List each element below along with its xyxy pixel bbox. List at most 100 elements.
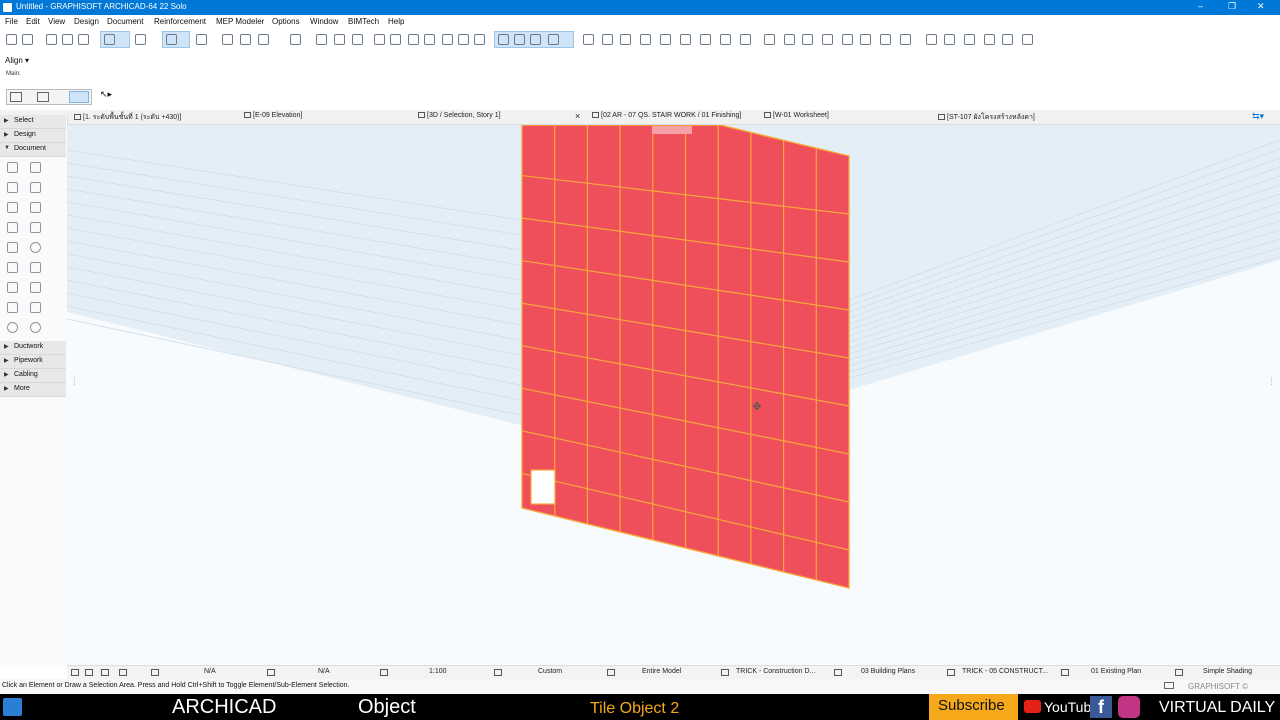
toolbox-group-document[interactable]: ▼ Document	[0, 143, 66, 157]
rotation-value[interactable]: N/A	[318, 668, 330, 675]
zoom-icon[interactable]	[101, 669, 109, 676]
tab-floor-plan[interactable]: [1. ระดับพื้นชั้นที่ 1 (ระดับ +430)]	[74, 112, 181, 123]
resize-icon[interactable]	[458, 34, 469, 45]
3d-viewport[interactable]: ✥ ⁞ ⁞	[67, 125, 1280, 665]
offset-icon[interactable]	[442, 34, 453, 45]
layout-icon[interactable]	[1022, 34, 1033, 45]
tab-close-button[interactable]: ×	[575, 111, 580, 121]
label-tool-icon[interactable]	[7, 222, 18, 233]
figure-tool-icon[interactable]	[30, 302, 41, 313]
pen-set-icon[interactable]	[494, 669, 502, 676]
model-view-icon[interactable]	[607, 669, 615, 676]
3d-cutaway-icon[interactable]	[514, 34, 525, 45]
explode-icon[interactable]	[474, 34, 485, 45]
graphic-override-value[interactable]: TRICK - 05 CONSTRUCT...	[962, 668, 1048, 675]
menu-bimtech[interactable]: BIMTech	[348, 17, 379, 26]
fit-in-window-icon[interactable]	[151, 669, 159, 676]
section-icon[interactable]	[860, 34, 871, 45]
tab-structure-plan[interactable]: [ST-107 ผังโครงสร้างหลังคา]	[938, 112, 1035, 123]
model-view-options-value[interactable]: 03 Building Plans	[861, 668, 915, 675]
morph-icon[interactable]	[880, 34, 891, 45]
render-icon[interactable]	[802, 34, 813, 45]
elevate-icon[interactable]	[620, 34, 631, 45]
maximize-button[interactable]: ❐	[1228, 1, 1236, 12]
rotation-icon[interactable]	[267, 669, 275, 676]
orbit-view-icon[interactable]	[119, 669, 127, 676]
magic-wand-icon[interactable]	[240, 34, 251, 45]
teamwork-icon[interactable]	[784, 34, 795, 45]
menu-view[interactable]: View	[48, 17, 65, 26]
gravity-icon[interactable]	[166, 34, 177, 45]
intersect-icon[interactable]	[408, 34, 419, 45]
dimension-tool-icon[interactable]	[7, 162, 18, 173]
layer-combination-icon[interactable]	[721, 669, 729, 676]
shading-icon[interactable]	[1175, 669, 1183, 676]
shading-value[interactable]: Simple Shading	[1203, 668, 1252, 675]
renovation-filter-icon[interactable]	[1061, 669, 1069, 676]
zoom-value[interactable]: N/A	[204, 668, 216, 675]
tab-worksheet[interactable]: [W-01 Worksheet]	[764, 112, 829, 119]
label-icon[interactable]	[984, 34, 995, 45]
menu-options[interactable]: Options	[272, 17, 300, 26]
group-icon[interactable]	[316, 34, 327, 45]
spline-tool-icon[interactable]	[7, 282, 18, 293]
multiply-icon[interactable]	[640, 34, 651, 45]
toolbox-group-design[interactable]: ▶ Design	[0, 129, 66, 143]
subscribe-button[interactable]: Subscribe	[929, 694, 1018, 720]
3d-window-icon[interactable]	[548, 34, 559, 45]
redo-view-icon[interactable]	[85, 669, 93, 676]
grid-tool-icon[interactable]	[7, 322, 18, 333]
scale-value[interactable]: 1:100	[429, 668, 447, 675]
menu-file[interactable]: File	[5, 17, 18, 26]
minimize-button[interactable]: –	[1198, 1, 1203, 11]
spot-elevation-tool-icon[interactable]	[7, 202, 18, 213]
toolbox-group-select[interactable]: ▶ Select	[0, 115, 66, 129]
menu-design[interactable]: Design	[74, 17, 99, 26]
level-icon[interactable]	[964, 34, 975, 45]
text-tool-icon[interactable]	[30, 202, 41, 213]
inject-icon[interactable]	[62, 34, 73, 45]
snap-points-icon[interactable]	[135, 34, 146, 45]
selection-method-control[interactable]	[6, 89, 92, 105]
polyline-tool-icon[interactable]	[7, 262, 18, 273]
trace-icon[interactable]	[222, 34, 233, 45]
line-tool-icon[interactable]	[7, 242, 18, 253]
radial-dimension-tool-icon[interactable]	[7, 182, 18, 193]
align-icon[interactable]	[700, 34, 711, 45]
renovation-filter-value[interactable]: 01 Existing Plan	[1091, 668, 1141, 675]
layout-panel-icon[interactable]	[1164, 682, 1174, 689]
model-view-value[interactable]: Entire Model	[642, 668, 681, 675]
drag-icon[interactable]	[660, 34, 671, 45]
menu-help[interactable]: Help	[388, 17, 404, 26]
section-tool-icon[interactable]	[7, 302, 18, 313]
solid-ops-icon[interactable]	[900, 34, 911, 45]
instagram-icon[interactable]	[1118, 696, 1140, 718]
menu-reinforcement[interactable]: Reinforcement	[154, 17, 206, 26]
circle-tool-icon[interactable]	[30, 242, 41, 253]
adjust-icon[interactable]	[390, 34, 401, 45]
fill-tool-icon[interactable]	[30, 222, 41, 233]
fillet-icon[interactable]	[424, 34, 435, 45]
undo-view-icon[interactable]	[71, 669, 79, 676]
tab-3d-selection[interactable]: [3D / Selection, Story 1]	[418, 112, 501, 119]
library-icon[interactable]	[822, 34, 833, 45]
level-dimension-tool-icon[interactable]	[30, 162, 41, 173]
guide-line-icon[interactable]	[104, 34, 115, 45]
grid-snap-icon[interactable]	[196, 34, 207, 45]
pick-up-icon[interactable]	[46, 34, 57, 45]
toolbox-group-cabling[interactable]: ▶ Cabling	[0, 369, 66, 383]
ungroup-icon[interactable]	[334, 34, 345, 45]
align-dropdown[interactable]: Align ▾	[5, 56, 29, 65]
undo-icon[interactable]	[6, 34, 17, 45]
right-edge-handle-icon[interactable]: ⁞	[1270, 377, 1273, 388]
tab-elevation[interactable]: [E-09 Elevation]	[244, 112, 302, 119]
tab-interior-elevation[interactable]: [02 AR - 07 QS. STAIR WORK / 01 Finishin…	[592, 112, 741, 119]
toolbox-group-pipework[interactable]: ▶ Pipework	[0, 355, 66, 369]
tab-list-icon[interactable]: ⇆▾	[1252, 111, 1264, 122]
arrow-cursor-icon[interactable]: ↖▸	[100, 89, 112, 100]
hotspot-tool-icon[interactable]	[30, 282, 41, 293]
suspend-groups-icon[interactable]	[352, 34, 363, 45]
toolbox-group-more[interactable]: ▶ More	[0, 383, 66, 397]
drawing-tool-icon[interactable]	[30, 262, 41, 273]
menu-window[interactable]: Window	[310, 17, 338, 26]
